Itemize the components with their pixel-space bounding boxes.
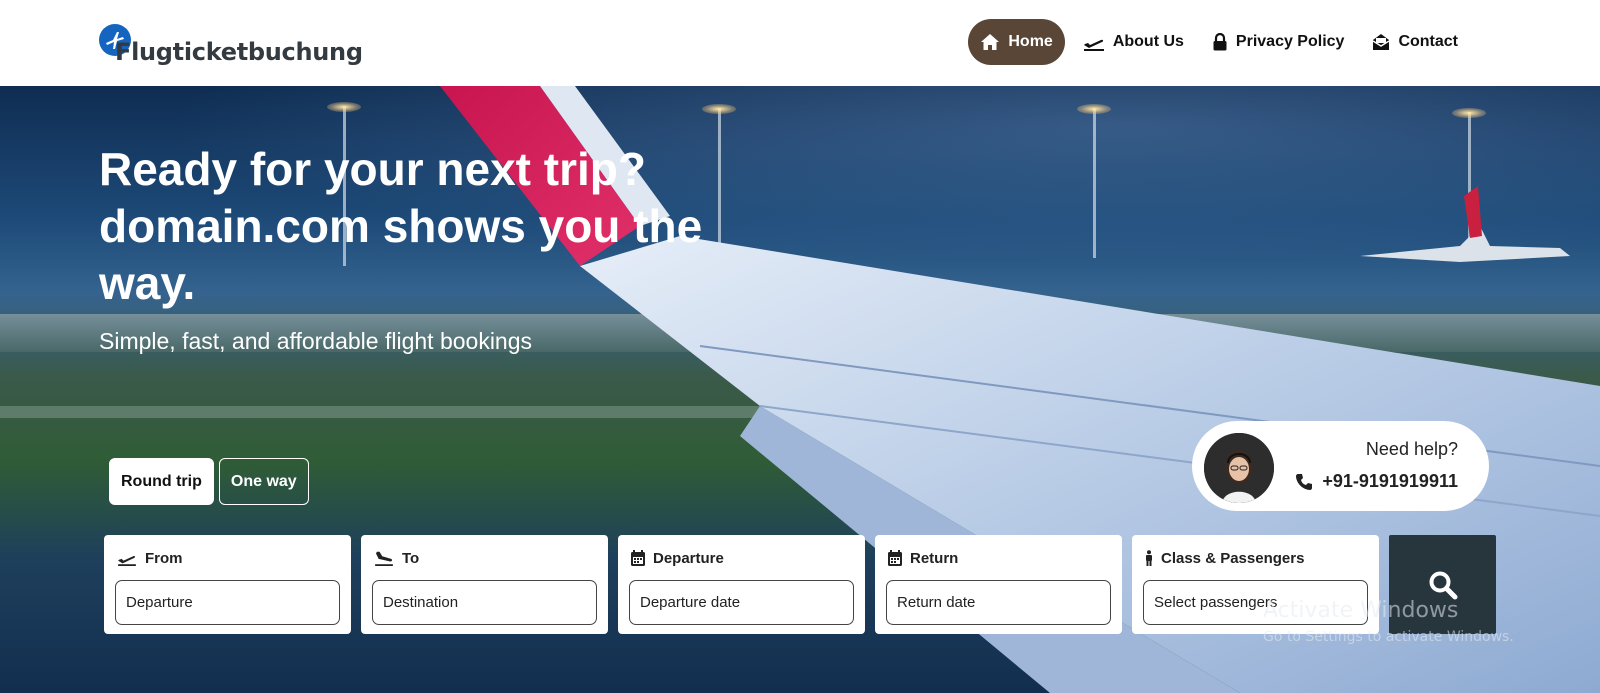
from-input[interactable]	[115, 580, 340, 625]
to-input[interactable]	[372, 580, 597, 625]
logo[interactable]: Flugticketbuchung	[99, 24, 363, 66]
departure-label-text: Departure	[653, 549, 724, 567]
help-phone[interactable]: +91-9191919911	[1295, 471, 1458, 492]
return-label-text: Return	[910, 549, 959, 567]
hero-subtitle: Simple, fast, and affordable flight book…	[99, 328, 533, 354]
class-passengers-label-text: Class & Passengers	[1161, 549, 1305, 567]
search-icon	[1429, 571, 1457, 599]
return-date-input[interactable]	[886, 580, 1111, 625]
hero-title: Ready for your next trip? domain.com sho…	[99, 143, 703, 309]
from-label: From	[117, 549, 340, 567]
help-phone-number: +91-9191919911	[1322, 471, 1458, 491]
phone-icon	[1296, 473, 1313, 490]
lock-icon	[1213, 33, 1227, 51]
help-title: Need help?	[1365, 439, 1458, 459]
calendar-icon	[631, 550, 645, 566]
calendar-icon	[888, 550, 902, 566]
nav-privacy-label: Privacy Policy	[1235, 33, 1345, 50]
round-trip-button[interactable]: Round trip	[109, 458, 214, 505]
from-field: From	[104, 535, 351, 634]
to-label-text: To	[402, 549, 420, 567]
plane-departure-icon	[1083, 39, 1104, 51]
hero-section: Ready for your next trip? domain.com sho…	[0, 86, 1600, 693]
help-card[interactable]: Need help? +91-9191919911	[1192, 421, 1489, 511]
windows-activation-watermark: Activate Windows Go to Settings to activ…	[1263, 598, 1514, 645]
nav-contact-label: Contact	[1398, 33, 1458, 50]
plane-arrival-icon	[375, 551, 393, 566]
brand-name: Flugticketbuchung	[115, 38, 363, 66]
support-agent-avatar	[1204, 433, 1274, 503]
return-date-field: Return	[875, 535, 1122, 634]
departure-date-field: Departure	[618, 535, 865, 634]
watermark-title: Activate Windows	[1263, 598, 1459, 623]
nav-home-label: Home	[1008, 33, 1053, 50]
site-header: Flugticketbuchung Home About Us Privacy …	[0, 0, 1600, 86]
class-passengers-label: Class & Passengers	[1145, 549, 1368, 567]
nav-about-label: About Us	[1112, 33, 1184, 50]
nav-contact[interactable]: Contact	[1362, 19, 1468, 65]
nav-about-us[interactable]: About Us	[1073, 19, 1194, 65]
main-nav: Home About Us Privacy Policy Contact	[968, 19, 1468, 65]
envelope-open-icon	[1373, 34, 1390, 50]
person-icon	[1146, 550, 1152, 566]
plane-departure-icon	[118, 555, 136, 566]
return-label: Return	[888, 549, 1111, 567]
departure-date-input[interactable]	[629, 580, 854, 625]
nav-home[interactable]: Home	[968, 19, 1065, 65]
home-icon	[981, 34, 1000, 50]
to-field: To	[361, 535, 608, 634]
trip-type-toggle: Round trip One way	[109, 458, 309, 505]
one-way-button[interactable]: One way	[218, 458, 309, 505]
to-label: To	[374, 549, 597, 567]
nav-privacy-policy[interactable]: Privacy Policy	[1202, 19, 1355, 65]
watermark-subtitle: Go to Settings to activate Windows.	[1263, 629, 1514, 645]
from-label-text: From	[145, 549, 183, 567]
departure-label: Departure	[631, 549, 854, 567]
